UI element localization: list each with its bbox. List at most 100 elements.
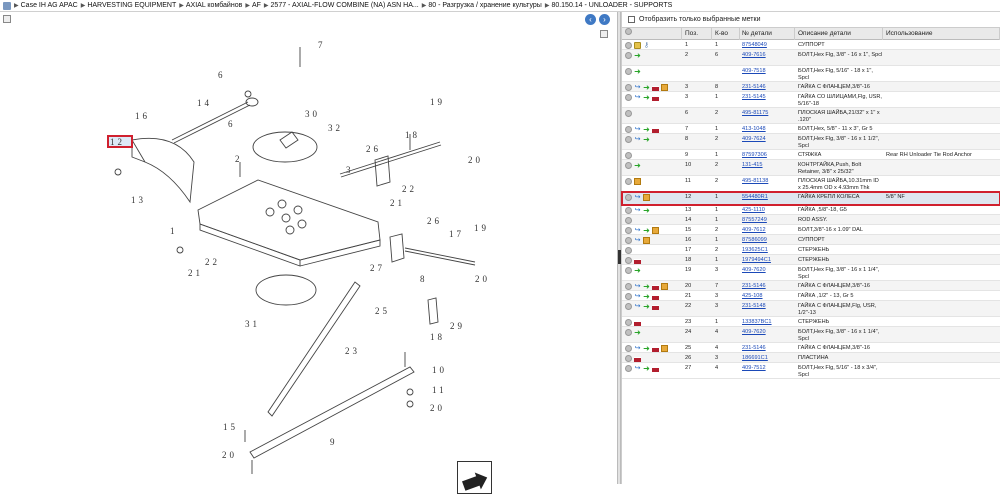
- part-number-link[interactable]: 231-5145: [740, 92, 795, 101]
- part-number-link[interactable]: 495-81175: [740, 108, 795, 117]
- part-number-link[interactable]: 409-7518: [740, 66, 795, 75]
- share-icon[interactable]: ↪: [634, 84, 641, 91]
- table-row-selected[interactable]: ↪ 12 1 554480R1 ГАЙКА КРЕПЛ КОЛЕСА 5/8" NF: [621, 191, 1000, 206]
- part-number-link[interactable]: 87597306: [740, 150, 795, 159]
- table-row[interactable]: 6 2 495-81175 ПЛОСКАЯ ШАЙБА,21/32" x 1" x .…: [622, 108, 1000, 124]
- zoom-icon[interactable]: [625, 136, 632, 143]
- part-number-link[interactable]: 131-415: [740, 160, 795, 169]
- zoom-icon[interactable]: [625, 207, 632, 214]
- document-icon[interactable]: [652, 346, 659, 352]
- table-row[interactable]: ↪ ➜ 22 3 231-5148 ГАЙКА С ФЛАНЦЕМ,Flg, USR, 1…: [622, 301, 1000, 317]
- table-row[interactable]: ➜ 2 6 409-7616 БОЛТ,Hex Flg, 3/8" - 16 x 1",…: [622, 50, 1000, 66]
- zoom-icon[interactable]: [625, 247, 632, 254]
- zoom-icon[interactable]: [625, 355, 632, 362]
- breadcrumb-item[interactable]: ▶ Case IH AG APAC: [11, 2, 78, 9]
- package-icon[interactable]: [643, 194, 650, 201]
- part-number-link[interactable]: 495-81138: [740, 176, 795, 185]
- table-row[interactable]: ➜ 10 2 131-415 КОНТРГАЙКА,Push, Bolt Retaine…: [622, 160, 1000, 176]
- document-icon[interactable]: [652, 366, 659, 372]
- table-row[interactable]: 9 1 87597306 СТЯЖКА Rear RH Unloader Tie Rod…: [622, 150, 1000, 160]
- table-row[interactable]: 23 1 133837BC1 СТЕРЖЕНЬ: [622, 317, 1000, 327]
- zoom-icon[interactable]: [625, 329, 632, 336]
- add-to-cart-icon[interactable]: ➜: [643, 94, 650, 102]
- share-icon[interactable]: ↪: [634, 345, 641, 352]
- share-icon[interactable]: ↪: [634, 237, 641, 244]
- table-row[interactable]: ↪ ➜ 27 4 409-7512 БОЛТ,Hex Flg, 5/16" - 18 x …: [622, 363, 1000, 379]
- zoom-icon[interactable]: [625, 283, 632, 290]
- col-pos[interactable]: Поз.: [682, 27, 712, 40]
- zoom-icon[interactable]: [625, 365, 632, 372]
- add-to-cart-icon[interactable]: ➜: [634, 267, 641, 275]
- zoom-icon[interactable]: [625, 227, 632, 234]
- document-icon[interactable]: [652, 85, 659, 91]
- zoom-icon[interactable]: [625, 126, 632, 133]
- breadcrumb-item[interactable]: ▶ AF: [242, 2, 261, 9]
- part-number-link[interactable]: 413-1048: [740, 124, 795, 133]
- zoom-icon[interactable]: [625, 178, 632, 185]
- zoom-icon[interactable]: [625, 293, 632, 300]
- part-number-link[interactable]: 231-5146: [740, 82, 795, 91]
- add-to-cart-icon[interactable]: ➜: [643, 136, 650, 144]
- add-to-cart-icon[interactable]: ➜: [643, 365, 650, 373]
- table-row[interactable]: ↪ ➜ 21 3 425-108 ГАЙКА ,1/2" - 13, Gr 5: [622, 291, 1000, 301]
- share-icon[interactable]: ↪: [634, 293, 641, 300]
- zoom-icon[interactable]: [625, 319, 632, 326]
- zoom-icon[interactable]: [625, 267, 632, 274]
- document-icon[interactable]: [634, 320, 641, 326]
- share-icon[interactable]: ↪: [634, 136, 641, 143]
- table-row[interactable]: 18 1 1979494C1 СТЕРЖЕНЬ: [622, 255, 1000, 265]
- add-to-cart-icon[interactable]: ➜: [634, 68, 641, 76]
- add-to-cart-icon[interactable]: ➜: [643, 293, 650, 301]
- table-row[interactable]: 17 2 193625C1 СТЕРЖЕНЬ: [622, 245, 1000, 255]
- part-number-link[interactable]: 425-108: [740, 291, 795, 300]
- package-icon[interactable]: [652, 227, 659, 234]
- add-to-cart-icon[interactable]: ➜: [643, 283, 650, 291]
- document-icon[interactable]: [652, 294, 659, 300]
- zoom-icon[interactable]: [625, 303, 632, 310]
- table-row[interactable]: 14 1 87557249 ROD ASSY.: [622, 215, 1000, 225]
- share-icon[interactable]: ↪: [634, 126, 641, 133]
- table-row[interactable]: ↪ ➜ 20 7 231-5146 ГАЙКА С ФЛАНЦЕМ,3/8"-16: [622, 281, 1000, 291]
- package-icon[interactable]: [661, 345, 668, 352]
- part-number-link[interactable]: 1979494C1: [740, 255, 795, 264]
- table-row[interactable]: ↪ ➜ 3 1 231-5145 ГАЙКА СО ШЛИЦАМИ,Flg, USR, 5…: [622, 92, 1000, 108]
- part-number-link[interactable]: 87586099: [740, 235, 795, 244]
- key-icon[interactable]: ⚷: [643, 42, 650, 49]
- breadcrumb-item[interactable]: ▶ HARVESTING EQUIPMENT: [78, 2, 177, 9]
- part-number-link[interactable]: 231-5148: [740, 301, 795, 310]
- part-number-link[interactable]: 409-7612: [740, 225, 795, 234]
- part-number-link[interactable]: 87557249: [740, 215, 795, 224]
- col-use[interactable]: Использование: [883, 27, 1000, 40]
- share-icon[interactable]: ↪: [634, 207, 641, 214]
- add-to-cart-icon[interactable]: ➜: [643, 84, 650, 92]
- zoom-icon[interactable]: [625, 94, 632, 101]
- zoom-icon[interactable]: [625, 84, 632, 91]
- zoom-icon[interactable]: [625, 152, 632, 159]
- table-row[interactable]: ➜ 19 3 409-7620 БОЛТ,Hex Flg, 3/8" - 16 x 1 …: [622, 265, 1000, 281]
- share-icon[interactable]: ↪: [634, 283, 641, 290]
- add-to-cart-icon[interactable]: ➜: [634, 52, 641, 60]
- zoom-icon[interactable]: [625, 217, 632, 224]
- add-to-cart-icon[interactable]: ➜: [643, 227, 650, 235]
- package-icon[interactable]: [661, 283, 668, 290]
- part-number-link[interactable]: 554480R1: [740, 192, 795, 201]
- table-row[interactable]: ↪ 16 1 87586099 СУППОРТ: [622, 235, 1000, 245]
- add-to-cart-icon[interactable]: ➜: [634, 162, 641, 170]
- part-number-link[interactable]: 409-7620: [740, 327, 795, 336]
- zoom-icon[interactable]: [625, 257, 632, 264]
- share-icon[interactable]: ↪: [634, 303, 641, 310]
- table-row[interactable]: 26 3 186691C1 ПЛАСТИНА: [622, 353, 1000, 363]
- home-icon[interactable]: [3, 1, 11, 10]
- document-icon[interactable]: [652, 127, 659, 133]
- part-number-link[interactable]: 409-7624: [740, 134, 795, 143]
- document-icon[interactable]: [652, 95, 659, 101]
- part-number-link[interactable]: 231-5146: [740, 343, 795, 352]
- share-icon[interactable]: ↪: [634, 227, 641, 234]
- zoom-icon[interactable]: [625, 68, 632, 75]
- add-to-cart-icon[interactable]: ➜: [643, 126, 650, 134]
- breadcrumb-item[interactable]: ▶ 80.150.14 - UNLOADER - SUPPORTS: [542, 2, 672, 9]
- part-number-link[interactable]: 231-5146: [740, 281, 795, 290]
- table-row[interactable]: ↪ ➜ 15 2 409-7612 БОЛТ,3/8"-16 x 1.09" DAL: [622, 225, 1000, 235]
- col-qty[interactable]: К-во: [712, 27, 740, 40]
- show-selected-checkbox[interactable]: [628, 16, 635, 23]
